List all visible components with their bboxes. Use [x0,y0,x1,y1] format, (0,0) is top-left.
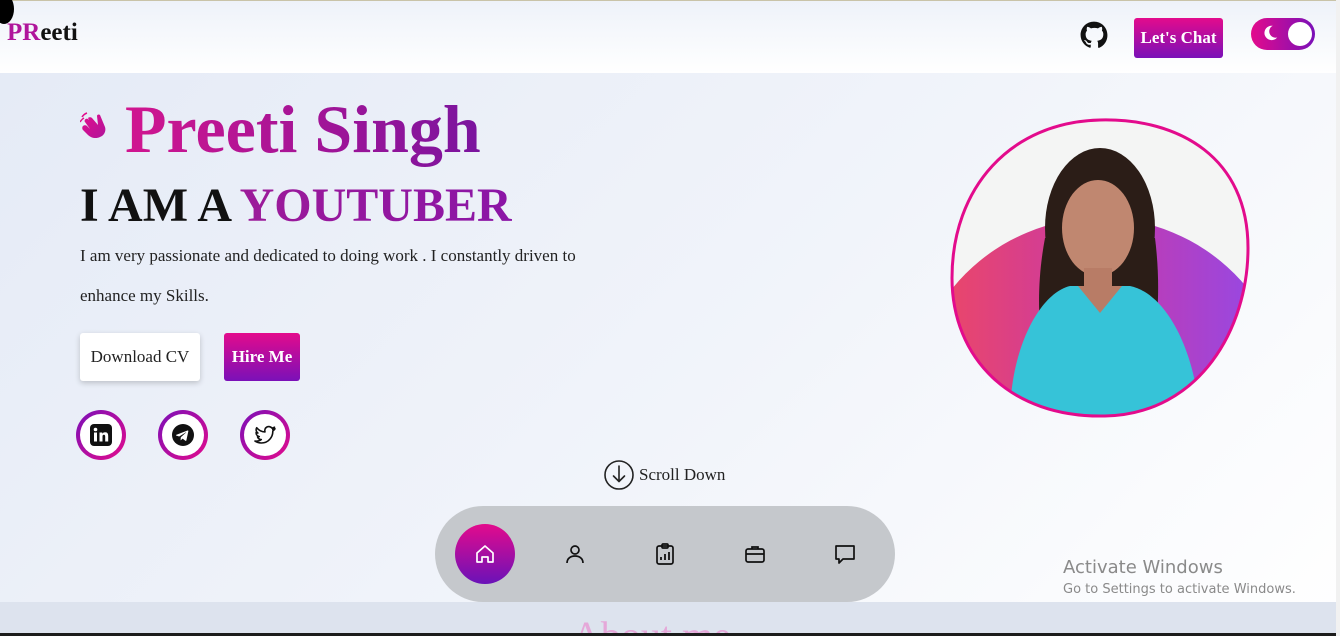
user-icon [566,545,584,564]
hero-description: I am very passionate and dedicated to do… [80,246,576,305]
nav-contact[interactable] [815,524,875,584]
role-prefix: I AM A [80,179,230,232]
linkedin-badge [80,414,122,456]
download-cv-button[interactable]: Download CV [80,333,200,381]
bottom-navigation [435,506,895,602]
telegram-link[interactable] [158,410,208,460]
twitter-badge [244,414,286,456]
nav-home[interactable] [455,524,515,584]
scroll-down-label: Scroll Down [639,465,726,484]
chat-icon [835,545,855,564]
toggle-knob [1288,22,1312,46]
telegram-icon [172,424,194,446]
about-section-preview: About me [0,602,1340,636]
face-shape [1062,180,1134,276]
page-scrollbar[interactable] [1336,0,1340,636]
site-logo[interactable]: PReeti [7,19,78,47]
nav-about[interactable] [545,524,605,584]
waving-hand-icon [80,112,106,139]
site-header: PReeti Let's Chat [0,1,1340,73]
hero-name: Preeti Singh [125,91,481,167]
linkedin-icon [90,424,112,446]
lets-chat-button[interactable]: Let's Chat [1134,18,1223,58]
role-title: YOUTUBER [239,179,512,232]
twitter-link[interactable] [240,410,290,460]
arrow-down-circle-icon [604,460,634,490]
home-icon [476,545,494,563]
activation-watermark-title: Activate Windows [1063,557,1223,578]
nav-skills[interactable] [635,524,695,584]
logo-initials: PR [7,19,41,46]
clipboard-chart-icon [656,543,674,565]
logo-rest: eeti [40,19,78,46]
role-heading: I AM A YOUTUBER [80,178,512,233]
github-icon[interactable] [1080,21,1108,49]
profile-photo [950,118,1250,418]
nav-portfolio[interactable] [725,524,785,584]
briefcase-icon [745,546,765,563]
telegram-badge [162,414,204,456]
linkedin-link[interactable] [76,410,126,460]
scroll-down-link[interactable]: Scroll Down [603,459,725,491]
hire-me-button[interactable]: Hire Me [224,333,300,381]
activation-watermark-subtitle: Go to Settings to activate Windows. [1063,582,1296,597]
twitter-icon [254,425,276,444]
theme-toggle[interactable] [1251,18,1315,50]
moon-icon [1264,25,1278,41]
